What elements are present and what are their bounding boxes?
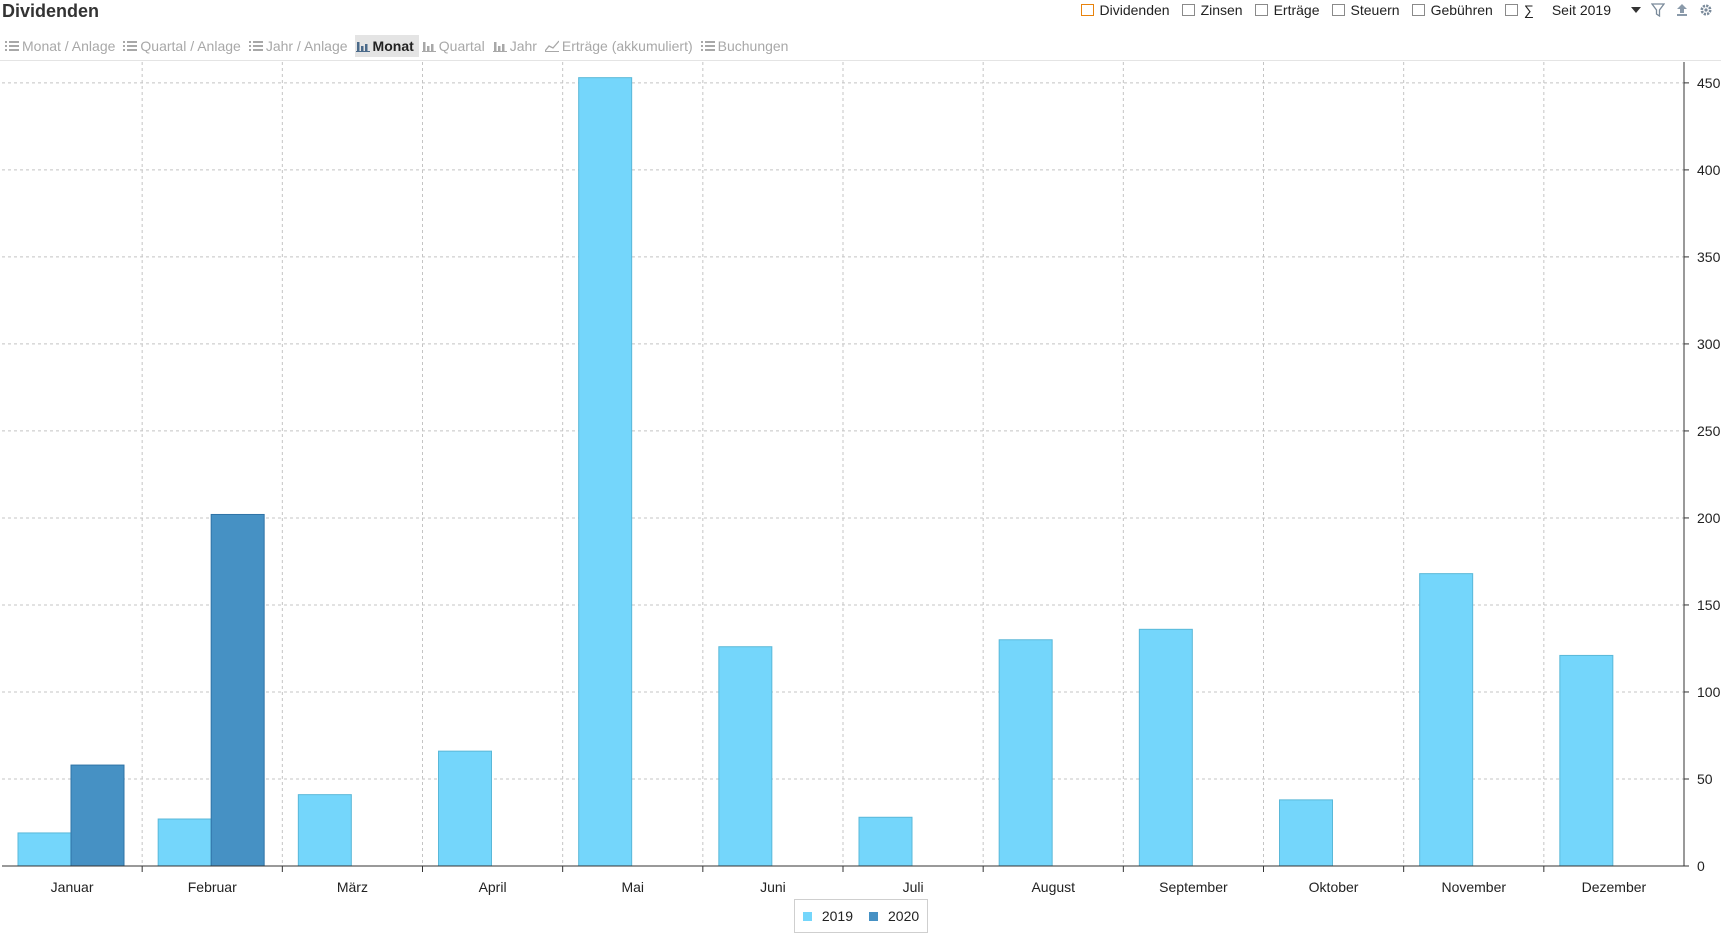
legend-label: 2020: [888, 908, 920, 924]
bar-2020-februar: [210, 513, 265, 867]
x-tick-label: Juli: [903, 879, 924, 895]
y-tick-label: 50: [1697, 771, 1713, 787]
bar-2019-juli: [858, 816, 913, 867]
bar-2019-oktober: [1279, 799, 1333, 867]
bar-2019-juni: [718, 646, 773, 867]
x-tick-label: Januar: [51, 879, 94, 895]
x-tick-label: Februar: [188, 879, 237, 895]
y-tick-label: 150: [1697, 597, 1721, 613]
legend-item-2020[interactable]: 2020: [869, 908, 919, 924]
bar-2019-februar: [157, 818, 212, 867]
y-tick-label: 400: [1697, 162, 1721, 178]
y-tick-label: 0: [1697, 858, 1705, 874]
bar-2019-januar: [17, 832, 72, 867]
x-tick-label: August: [1031, 879, 1075, 895]
bar-2019-dezember: [1559, 654, 1614, 867]
x-tick-label: Oktober: [1309, 879, 1359, 895]
x-tick-label: Mai: [621, 879, 644, 895]
legend-swatch: [802, 911, 812, 921]
dividend-bar-chart: 0 50 100 150 200 250 300 350 400 450 Januar Februar…: [2, 62, 1721, 895]
bar-2019-september: [1138, 628, 1193, 867]
y-tick-label: 250: [1697, 423, 1721, 439]
bar-2019-mai: [578, 77, 633, 867]
x-tick-label: September: [1159, 879, 1228, 895]
y-tick-label: 100: [1697, 684, 1721, 700]
legend-swatch: [869, 911, 878, 921]
y-tick-label: 350: [1697, 249, 1721, 265]
bar-2020-januar: [70, 764, 125, 867]
x-tick-label: April: [479, 879, 507, 895]
y-tick-label: 300: [1697, 336, 1721, 352]
legend-label: 2019: [821, 908, 853, 924]
x-tick-label: November: [1441, 879, 1506, 895]
x-tick-label: Dezember: [1582, 879, 1647, 895]
chart-legend: 2019 2020: [794, 899, 928, 933]
x-tick-label: Juni: [760, 879, 786, 895]
y-tick-label: 200: [1697, 510, 1721, 526]
bar-2019-april: [438, 750, 492, 867]
y-tick-label: 450: [1697, 75, 1721, 91]
x-tick-label: März: [337, 879, 368, 895]
legend-item-2019[interactable]: 2019: [802, 908, 853, 924]
bar-2019-august: [998, 639, 1053, 867]
bar-2019-märz: [297, 794, 352, 867]
bar-2019-november: [1419, 573, 1474, 867]
